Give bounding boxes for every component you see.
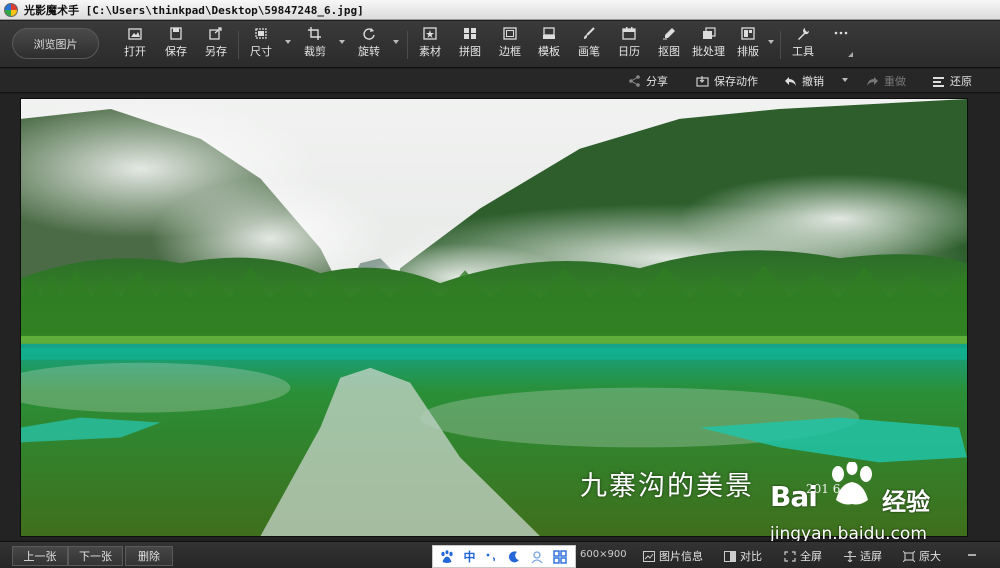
image-info-button[interactable]: 图片信息 xyxy=(643,548,703,564)
undo-icon xyxy=(785,77,796,86)
undo-button[interactable]: 撤销 xyxy=(784,73,824,89)
resize-button[interactable]: 尺寸 xyxy=(250,27,272,63)
batch-icon xyxy=(702,27,716,40)
original-size-button[interactable]: 原大 xyxy=(903,548,941,564)
rotate-icon xyxy=(362,27,376,40)
ime-punctuation-icon[interactable] xyxy=(484,550,498,564)
batch-button[interactable]: 批处理 xyxy=(692,27,725,63)
save-action-button[interactable]: 保存动作 xyxy=(696,73,758,89)
baidu-watermark-logo: Bai xyxy=(770,480,818,513)
toolbar-separator xyxy=(780,31,781,59)
cutout-button[interactable]: 抠图 xyxy=(658,27,680,63)
ime-paw-icon[interactable] xyxy=(440,549,454,564)
photo-caption: 九寨沟的美景 xyxy=(580,471,754,502)
action-bar: 分享 保存动作 撤销 重做 还原 xyxy=(0,69,1000,93)
fit-screen-icon xyxy=(844,550,856,562)
title-bar: 光影魔术手 [C:\Users\thinkpad\Desktop\5984724… xyxy=(0,0,1000,20)
browse-images-button[interactable]: 浏览图片 xyxy=(12,28,99,59)
undo-dropdown-icon[interactable] xyxy=(842,78,848,82)
fit-screen-button[interactable]: 适屏 xyxy=(844,548,882,564)
more-icon xyxy=(834,27,848,40)
toolbar-separator xyxy=(238,31,239,59)
fullscreen-icon xyxy=(784,550,796,562)
ime-mode-chinese[interactable]: 中 xyxy=(463,548,475,565)
baidu-jingyan-watermark: Bai 经验 jingyan.baidu.com xyxy=(770,462,950,548)
layout-dropdown-icon[interactable] xyxy=(768,40,774,44)
template-button[interactable]: 模板 xyxy=(538,27,560,63)
rotate-dropdown-icon[interactable] xyxy=(393,40,399,44)
layout-button[interactable]: 排版 xyxy=(737,27,759,63)
fullscreen-button[interactable]: 全屏 xyxy=(784,548,822,564)
baidu-paw-icon xyxy=(832,462,872,505)
frame-icon xyxy=(503,27,517,40)
sticker-button[interactable]: 素材 xyxy=(419,27,441,63)
template-icon xyxy=(542,27,556,40)
next-image-button[interactable]: 下一张 xyxy=(68,546,123,566)
ime-toolbar[interactable]: 中 xyxy=(432,545,576,568)
tools-button[interactable]: 工具 xyxy=(792,27,814,63)
open-icon xyxy=(128,27,142,40)
redo-icon xyxy=(867,77,878,86)
brush-icon xyxy=(582,27,596,40)
frame-button[interactable]: 边框 xyxy=(499,27,521,63)
restore-icon xyxy=(933,77,944,87)
ime-moon-icon[interactable] xyxy=(507,550,521,564)
calendar-icon xyxy=(622,27,636,40)
save-action-icon xyxy=(696,76,709,87)
previous-image-button[interactable]: 上一张 xyxy=(12,546,68,566)
share-icon xyxy=(629,75,640,87)
collage-button[interactable]: 拼图 xyxy=(459,27,481,63)
image-size: 600×900 xyxy=(580,549,627,560)
original-size-icon xyxy=(903,550,915,562)
tools-icon xyxy=(796,27,810,40)
delete-button[interactable]: 删除 xyxy=(125,546,173,566)
crop-dropdown-icon[interactable] xyxy=(339,40,345,44)
cutout-icon xyxy=(662,27,676,40)
more-button[interactable] xyxy=(834,27,848,63)
save-icon xyxy=(169,27,183,40)
sticker-icon xyxy=(423,27,437,40)
crop-icon xyxy=(308,27,322,40)
calendar-button[interactable]: 日历 xyxy=(618,27,640,63)
save-as-button[interactable]: 另存 xyxy=(205,27,227,63)
redo-button[interactable]: 重做 xyxy=(866,73,906,89)
jingyan-watermark-text: 经验 xyxy=(882,488,930,516)
restore-button[interactable]: 还原 xyxy=(932,73,972,89)
resize-icon xyxy=(254,27,268,40)
share-button[interactable]: 分享 xyxy=(628,73,668,89)
layout-icon xyxy=(741,27,755,40)
ime-grid-icon[interactable] xyxy=(553,549,568,564)
zoom-out-icon[interactable] xyxy=(968,554,976,556)
open-button[interactable]: 打开 xyxy=(124,27,146,63)
compare-icon xyxy=(724,550,736,562)
rotate-button[interactable]: 旋转 xyxy=(358,27,380,63)
compare-button[interactable]: 对比 xyxy=(724,548,762,564)
save-as-icon xyxy=(209,27,223,40)
window-title: 光影魔术手 [C:\Users\thinkpad\Desktop\5984724… xyxy=(24,3,364,17)
save-button[interactable]: 保存 xyxy=(165,27,187,63)
main-toolbar: 浏览图片 打开 保存 另存 尺寸 裁剪 旋转 素材 拼图 边框 模板 画笔 日历… xyxy=(0,21,1000,68)
expand-toolbar-icon[interactable] xyxy=(848,52,853,57)
toolbar-separator xyxy=(407,31,408,59)
ime-user-icon[interactable] xyxy=(530,550,544,564)
brush-button[interactable]: 画笔 xyxy=(578,27,600,63)
collage-icon xyxy=(463,27,477,40)
image-info-icon xyxy=(643,550,655,562)
resize-dropdown-icon[interactable] xyxy=(285,40,291,44)
app-logo-icon xyxy=(4,2,18,17)
crop-button[interactable]: 裁剪 xyxy=(304,27,326,63)
